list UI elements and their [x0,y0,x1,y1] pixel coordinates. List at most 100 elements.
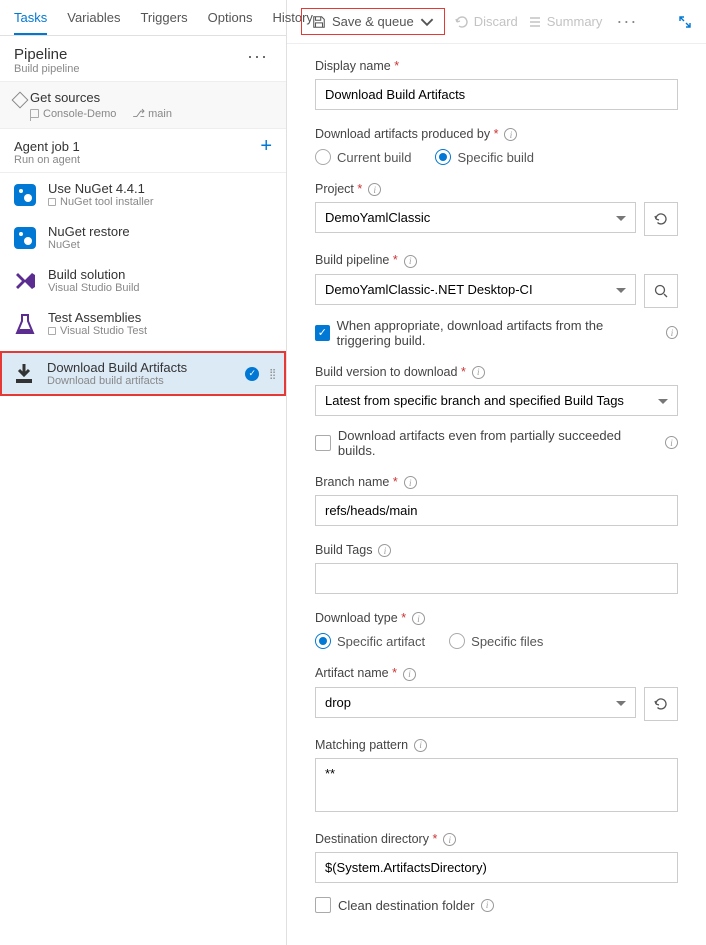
build-pipeline-select[interactable] [315,274,636,305]
info-icon[interactable]: i [403,668,416,681]
toolbar-more[interactable]: ··· [612,11,641,32]
info-icon[interactable]: i [368,183,381,196]
task-name: Use NuGet 4.4.1 [48,181,274,196]
task-sub: Download build artifacts [47,375,235,387]
nuget-icon [12,182,38,208]
task-test-assemblies[interactable]: Test Assemblies Visual Studio Test [0,302,286,345]
build-version-label: Build version to download *i [315,365,485,379]
agent-title: Agent job 1 [14,139,80,154]
pipeline-subtitle: Build pipeline [14,63,79,75]
tab-options[interactable]: Options [208,0,253,35]
summary-button[interactable]: Summary [528,14,603,29]
task-name: Build solution [48,267,274,282]
search-icon [653,283,669,299]
branch-name-input[interactable] [315,495,678,526]
pipeline-title: Pipeline [14,46,79,63]
refresh-button[interactable] [644,202,678,236]
agent-job[interactable]: Agent job 1 Run on agent + [0,129,286,173]
radio-current-build[interactable]: Current build [315,149,411,165]
sources-branch: ⎇ main [132,107,172,120]
radio-specific-build[interactable]: Specific build [435,149,534,165]
flask-icon [12,311,38,337]
drag-handle[interactable]: ⁞⁞ [269,370,275,378]
save-queue-button[interactable]: Save & queue [301,8,445,35]
tab-variables[interactable]: Variables [67,0,120,35]
pipeline-header[interactable]: Pipeline Build pipeline ··· [0,36,286,81]
dest-dir-label: Destination directory *i [315,832,456,846]
branch-name-label: Branch name *i [315,475,417,489]
clean-dest-checkbox[interactable] [315,897,331,913]
project-select[interactable] [315,202,636,233]
info-icon[interactable]: i [481,899,494,912]
vs-icon [12,268,38,294]
tab-triggers[interactable]: Triggers [140,0,187,35]
build-tags-input[interactable] [315,563,678,594]
nuget-icon [12,225,38,251]
task-valid-icon: ✓ [245,367,259,381]
artifact-name-select[interactable] [315,687,636,718]
info-icon[interactable]: i [666,326,678,339]
project-label: Project *i [315,182,381,196]
discard-label: Discard [474,14,518,29]
partial-success-label: Download artifacts even from partially s… [338,428,659,458]
matching-pattern-label: Matching patterni [315,738,427,752]
search-button[interactable] [644,274,678,308]
download-type-label: Download type *i [315,611,425,625]
triggering-download-checkbox[interactable]: ✓ [315,325,330,341]
clean-dest-label: Clean destination folder [338,898,475,913]
pipeline-more[interactable]: ··· [243,46,272,67]
expand-icon [678,15,692,29]
display-name-input[interactable] [315,79,678,110]
task-build-solution[interactable]: Build solution Visual Studio Build [0,259,286,302]
expand-button[interactable] [678,15,692,29]
info-icon[interactable]: i [404,476,417,489]
display-name-label: Display name * [315,59,399,73]
radio-specific-files[interactable]: Specific files [449,633,543,649]
triggering-download-label: When appropriate, download artifacts fro… [337,318,660,348]
refresh-icon [653,696,669,712]
info-icon[interactable]: i [504,128,517,141]
build-version-select[interactable] [315,385,678,416]
task-sub: Visual Studio Build [48,282,274,294]
discard-icon [455,15,469,29]
info-icon[interactable]: i [404,255,417,268]
discard-button[interactable]: Discard [455,14,518,29]
get-sources[interactable]: Get sources Console-Demo ⎇ main [0,81,286,129]
save-queue-label: Save & queue [332,14,414,29]
task-nuget-restore[interactable]: NuGet restore NuGet [0,216,286,259]
partial-success-checkbox[interactable] [315,435,331,451]
chevron-down-icon [420,15,434,29]
info-icon[interactable]: i [472,366,485,379]
info-icon[interactable]: i [412,612,425,625]
agent-subtitle: Run on agent [14,154,80,166]
dest-dir-input[interactable] [315,852,678,883]
refresh-button[interactable] [644,687,678,721]
artifact-name-label: Artifact name *i [315,666,416,680]
build-pipeline-label: Build pipeline *i [315,253,417,267]
info-icon[interactable]: i [378,544,391,557]
summary-label: Summary [547,14,603,29]
add-task-button[interactable]: + [260,139,272,153]
build-tags-label: Build Tagsi [315,543,391,557]
tab-tasks[interactable]: Tasks [14,0,47,35]
task-download-artifacts[interactable]: Download Build Artifacts Download build … [0,351,286,396]
task-name: NuGet restore [48,224,274,239]
task-name: Download Build Artifacts [47,360,235,375]
matching-pattern-input[interactable] [315,758,678,812]
produced-by-label: Download artifacts produced by *i [315,127,517,141]
info-icon[interactable]: i [665,436,678,449]
info-icon[interactable]: i [443,833,456,846]
download-icon [11,361,37,387]
sources-repo: Console-Demo [30,108,116,120]
task-sub: NuGet [48,239,274,251]
sources-title: Get sources [30,90,272,105]
refresh-icon [653,211,669,227]
info-icon[interactable]: i [414,739,427,752]
task-use-nuget[interactable]: Use NuGet 4.4.1 NuGet tool installer [0,173,286,216]
radio-specific-artifact[interactable]: Specific artifact [315,633,425,649]
task-name: Test Assemblies [48,310,274,325]
task-sub: NuGet tool installer [48,196,274,208]
task-sub: Visual Studio Test [48,325,274,337]
save-icon [312,15,326,29]
summary-icon [528,15,542,29]
